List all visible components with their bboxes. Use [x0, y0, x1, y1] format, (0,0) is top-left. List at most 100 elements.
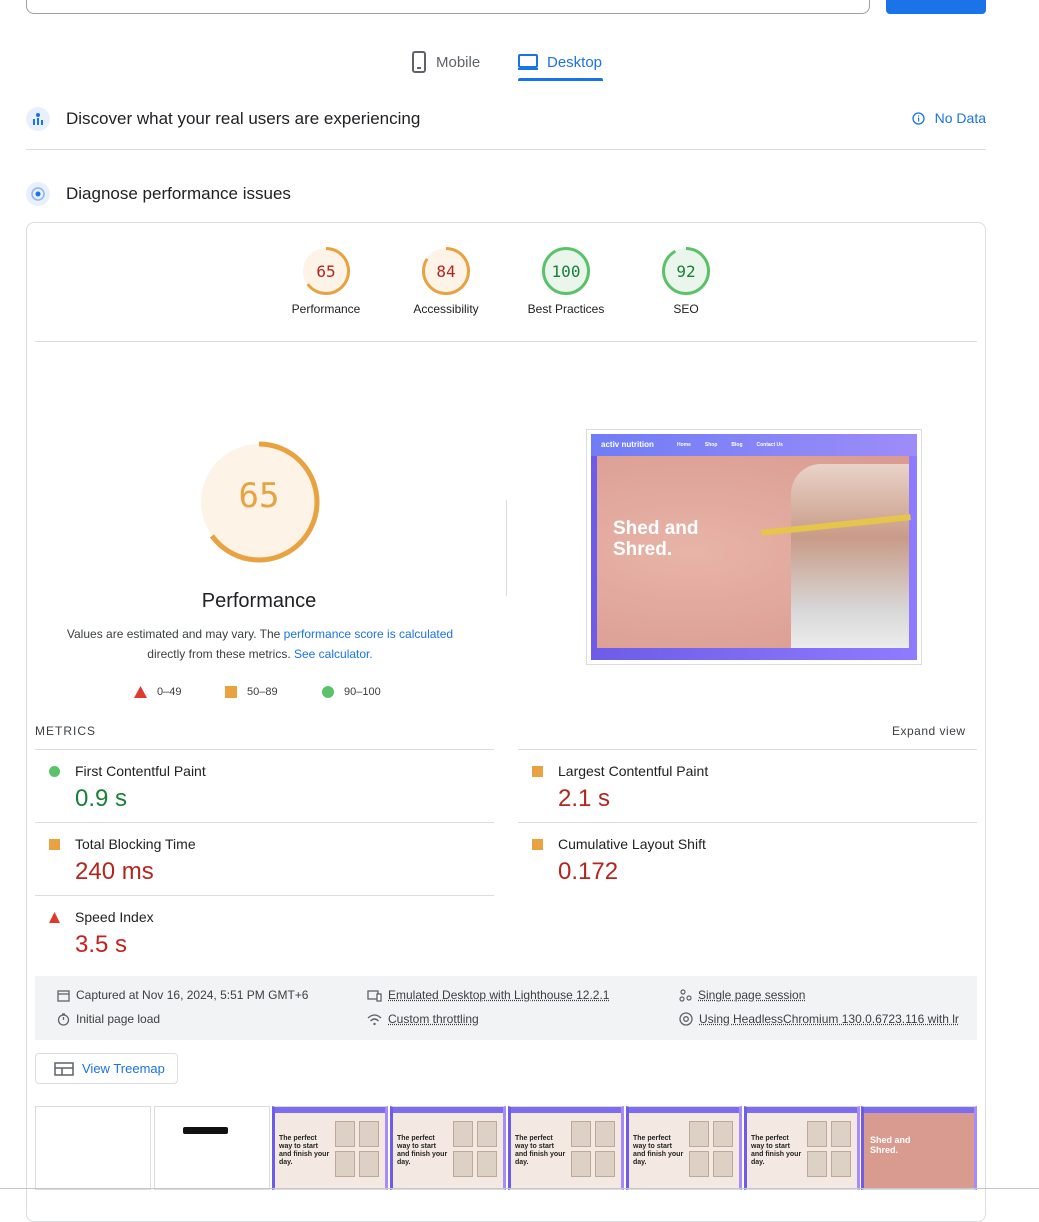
performance-description: Values are estimated and may vary. The p…	[45, 624, 475, 664]
final-screenshot[interactable]: activ nutrition Home Shop Blog Contact U…	[586, 429, 922, 665]
circle-icon	[322, 686, 334, 698]
square-icon	[532, 766, 543, 777]
crux-header[interactable]: Discover what your real users are experi…	[26, 106, 986, 132]
info-browser[interactable]: Using HeadlessChromium 130.0.6723.116 wi…	[679, 1012, 977, 1026]
screenshot-nav-links: Home Shop Blog Contact Us	[677, 442, 783, 448]
analyze-button[interactable]	[886, 0, 986, 14]
legend-poor-label: 0–49	[157, 686, 182, 698]
triangle-icon	[134, 686, 147, 698]
users-chart-icon	[26, 107, 50, 131]
filmstrip-frame	[35, 1106, 151, 1190]
score-gauge-performance[interactable]: 65 Performance	[266, 246, 386, 316]
devices-icon	[367, 989, 382, 1002]
metric-tbt: Total Blocking Time 240 ms	[35, 822, 494, 895]
info-throttling[interactable]: Custom throttling	[367, 1012, 479, 1026]
legend-good: 90–100	[322, 686, 381, 698]
view-treemap-label: View Treemap	[82, 1061, 165, 1076]
score-calculated-link[interactable]: performance score is calculated	[284, 627, 453, 641]
filmstrip-product	[453, 1121, 473, 1147]
timer-icon	[57, 1012, 70, 1026]
score-gauge-seo[interactable]: 92 SEO	[626, 246, 746, 316]
screenshot-headline-2: Shred.	[613, 539, 673, 560]
filmstrip-loading-bar	[183, 1127, 228, 1134]
metrics-label: METRICS	[35, 724, 96, 738]
info-captured-text: Captured at Nov 16, 2024, 5:51 PM GMT+6	[76, 988, 309, 1002]
chrome-icon	[679, 1012, 693, 1026]
info-emulated[interactable]: Emulated Desktop with Lighthouse 12.2.1	[367, 988, 609, 1002]
url-input[interactable]	[26, 0, 870, 14]
metric-lcp-value: 2.1 s	[558, 785, 611, 812]
score-gauge-accessibility[interactable]: 84 Accessibility	[386, 246, 506, 316]
metric-cls-value: 0.172	[558, 858, 619, 885]
wifi-icon	[367, 1013, 382, 1025]
metric-si: Speed Index 3.5 s	[35, 895, 494, 968]
score-gauge-value: 84	[436, 261, 456, 281]
mobile-icon	[412, 51, 426, 73]
filmstrip-caption: The perfect way to start and finish your…	[515, 1135, 566, 1166]
score-gauge-label: Accessibility	[413, 302, 479, 316]
section-divider	[26, 149, 986, 150]
filmstrip-frame: Shed and Shred.	[861, 1106, 977, 1190]
tab-mobile-label: Mobile	[436, 53, 481, 71]
filmstrip-product	[831, 1121, 851, 1147]
square-icon	[532, 839, 543, 850]
view-treemap-button[interactable]: View Treemap	[35, 1053, 178, 1084]
diagnose-header: Diagnose performance issues	[26, 181, 986, 207]
info-icon	[911, 111, 925, 125]
score-gauge-label: SEO	[673, 302, 699, 316]
filmstrip-last-caption-2: Shred.	[870, 1145, 899, 1155]
screenshot-headline-1: Shed and	[613, 518, 699, 539]
desktop-icon	[518, 54, 538, 70]
filmstrip-product	[571, 1151, 591, 1177]
filmstrip-product	[807, 1151, 827, 1177]
screenshot-brand: activ nutrition	[601, 440, 654, 449]
metric-fcp-value: 0.9 s	[75, 785, 128, 812]
crux-status[interactable]: No Data	[911, 110, 986, 126]
crux-title: Discover what your real users are experi…	[66, 109, 421, 128]
metric-fcp: First Contentful Paint 0.9 s	[35, 749, 494, 822]
see-calculator-link[interactable]: See calculator.	[294, 647, 373, 661]
tab-desktop-label: Desktop	[547, 53, 603, 71]
info-browser-text: Using HeadlessChromium 130.0.6723.116 wi…	[699, 1012, 959, 1026]
triangle-icon	[49, 912, 60, 923]
filmstrip-product	[477, 1151, 497, 1177]
filmstrip-caption: The perfect way to start and finish your…	[751, 1135, 802, 1166]
filmstrip-product	[807, 1121, 827, 1147]
filmstrip-frame: The perfect way to start and finish your…	[272, 1106, 388, 1190]
filmstrip-frame: The perfect way to start and finish your…	[390, 1106, 506, 1190]
runtime-info: Captured at Nov 16, 2024, 5:51 PM GMT+6 …	[35, 976, 977, 1040]
filmstrip-last-caption: Shed and Shred.	[870, 1135, 911, 1155]
desc-mid: directly from these metrics.	[147, 647, 291, 661]
legend-poor: 0–49	[134, 686, 181, 698]
score-gauge-value: 100	[551, 261, 581, 281]
metric-tbt-value: 240 ms	[75, 858, 154, 885]
score-gauge-value: 65	[316, 261, 336, 281]
score-gauge-value: 92	[676, 261, 696, 281]
filmstrip-product	[595, 1151, 615, 1177]
no-data-label: No Data	[934, 110, 986, 126]
info-session[interactable]: Single page session	[679, 988, 805, 1002]
treemap-icon	[54, 1061, 74, 1076]
legend-average-label: 50–89	[247, 686, 278, 698]
filmstrip-frame	[154, 1106, 270, 1190]
screenshot-nav-shop: Shop	[704, 442, 718, 448]
metric-lcp: Largest Contentful Paint 2.1 s	[518, 749, 977, 822]
calendar-icon	[57, 989, 70, 1002]
tab-mobile[interactable]: Mobile	[410, 44, 480, 80]
filmstrip-product	[689, 1121, 709, 1147]
tab-desktop[interactable]: Desktop	[517, 44, 602, 80]
circle-icon	[49, 766, 60, 777]
screenshot-headline: Shed and Shred.	[613, 518, 699, 560]
filmstrip-frame: The perfect way to start and finish your…	[744, 1106, 860, 1190]
filmstrip-product	[571, 1121, 591, 1147]
page-bottom-edge	[0, 1188, 1039, 1189]
score-gauge-label: Performance	[291, 302, 361, 316]
filmstrip-product	[689, 1151, 709, 1177]
metric-cls: Cumulative Layout Shift 0.172	[518, 822, 977, 895]
square-icon	[225, 686, 237, 698]
expand-view-button[interactable]: Expand view	[892, 724, 966, 738]
screenshot-frame: activ nutrition Home Shop Blog Contact U…	[591, 434, 917, 660]
filmstrip-last-caption-1: Shed and	[870, 1135, 911, 1145]
score-gauge-best-practices[interactable]: 100 Best Practices	[506, 246, 626, 316]
filmstrip-product	[359, 1151, 379, 1177]
